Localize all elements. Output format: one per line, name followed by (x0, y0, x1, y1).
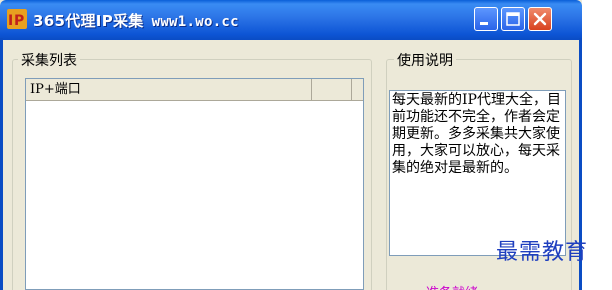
window-frame-left (0, 38, 3, 290)
watermark-text: 最需教育 (496, 240, 589, 265)
svg-text:I: I (8, 13, 13, 29)
usage-caption: 使用说明 (394, 50, 456, 70)
window-title: 365代理IP采集 www1.wo.cc (33, 10, 239, 31)
usage-header-strip (389, 80, 569, 90)
maximize-button[interactable] (501, 7, 525, 31)
status-text: 准备就绪 (426, 282, 478, 290)
ip-logo-icon: I P (7, 9, 27, 29)
window-title-label: 365代理IP采集 (33, 12, 144, 30)
title-bar[interactable]: I P 365代理IP采集 www1.wo.cc (0, 0, 582, 40)
window-title-url: www1.wo.cc (151, 14, 239, 30)
column-header-blank[interactable] (312, 79, 352, 100)
maximize-icon (506, 12, 520, 26)
column-header-ip-port[interactable]: IP+端口 (26, 79, 312, 100)
ip-list-view[interactable]: IP+端口 (25, 78, 364, 290)
ip-list-header: IP+端口 (26, 79, 363, 101)
minimize-button[interactable] (474, 7, 498, 31)
svg-text:P: P (14, 13, 24, 29)
close-button[interactable] (528, 7, 552, 31)
usage-text-area[interactable]: 每天最新的IP代理大全，目前功能还不完全，作者会定期更新。多多采集共大家使用，大… (389, 90, 566, 256)
collect-list-caption: 采集列表 (18, 50, 80, 70)
close-icon (533, 12, 547, 26)
minimize-icon (480, 22, 488, 25)
